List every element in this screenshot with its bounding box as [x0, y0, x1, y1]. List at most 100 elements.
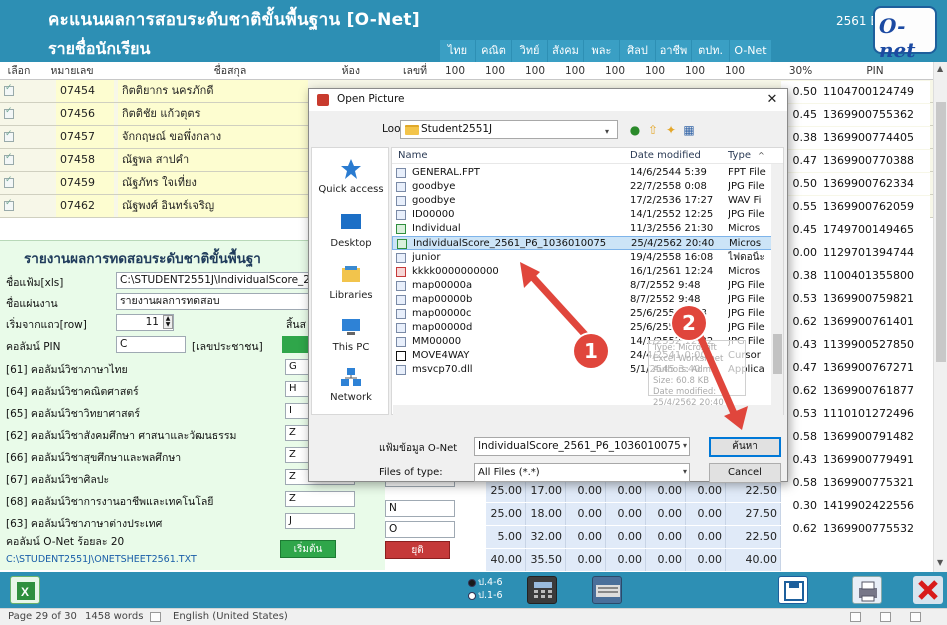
file-date: 8/7/2552 9:48	[630, 280, 701, 291]
view-menu-icon[interactable]: ▦	[681, 123, 697, 137]
calculator-icon[interactable]	[527, 576, 557, 604]
score-cell: 0.00	[686, 526, 726, 548]
tab-career[interactable]: อาชีพ	[656, 40, 692, 62]
pin-cell: 1419902422556	[820, 495, 930, 517]
file-row-selected[interactable]: IndividualScore_2561_P6_1036010075 25/4/2…	[392, 236, 772, 251]
scroll-up-icon[interactable]: ▲	[937, 64, 943, 73]
row-checkbox[interactable]	[4, 175, 14, 188]
app-title: คะแนนผลการสอบระดับชาติขั้นพื้นฐาน [O-Net…	[48, 10, 420, 30]
column-label: [62] คอลัมน์วิชาสังคมศึกษา ศาสนาและวัฒนธ…	[6, 430, 237, 442]
file-row[interactable]: goodbye 17/2/2536 17:27 WAV Fi	[392, 194, 772, 208]
file-row[interactable]: Individual 11/3/2556 21:30 Micros	[392, 222, 772, 236]
main-scrollbar[interactable]: ▲ ▼	[933, 62, 947, 572]
column-code-input[interactable]: O	[385, 521, 455, 538]
file-path-input[interactable]: C:\STUDENT2551J\IndividualScore_25(	[116, 272, 311, 289]
place-network[interactable]: Network	[312, 362, 390, 418]
file-row[interactable]: goodbye 22/7/2558 0:08 JPG File	[392, 180, 772, 194]
pin-column-input[interactable]: C	[116, 336, 186, 353]
save-icon[interactable]	[778, 576, 808, 604]
tab-thai[interactable]: ไทย	[440, 40, 476, 62]
row-checkbox[interactable]	[4, 198, 14, 211]
excel-file-icon	[396, 224, 406, 234]
back-icon[interactable]: ●	[627, 123, 643, 137]
chevron-down-icon[interactable]: ▾	[683, 441, 687, 450]
column-label: [67] คอลัมน์วิชาศิลปะ	[6, 474, 110, 486]
col-select: เลือก	[7, 65, 31, 77]
file-row[interactable]: map00000c 25/6/2552 0:38 JPG File	[392, 307, 772, 321]
close-icon[interactable]: ✕	[761, 91, 783, 109]
excel-icon[interactable]: X	[10, 576, 40, 604]
tab-social[interactable]: สังคม	[548, 40, 584, 62]
up-folder-icon[interactable]: ⇧	[645, 123, 661, 137]
dialog-titlebar[interactable]: Open Picture ✕	[309, 89, 787, 111]
row-checkbox[interactable]	[4, 83, 14, 96]
student-id: 07458	[56, 149, 114, 171]
print-layout-icon[interactable]	[880, 612, 891, 622]
filetype-select[interactable]: All Files (*.*)	[474, 463, 690, 482]
radio-p1-6[interactable]	[468, 592, 476, 600]
chevron-down-icon[interactable]: ▾	[683, 467, 687, 476]
scroll-thumb[interactable]	[936, 102, 946, 362]
tab-pe[interactable]: พละ	[584, 40, 620, 62]
start-button[interactable]: เริ่มต้น	[280, 540, 336, 558]
sheet-name-input[interactable]: รายงานผลการทดสอบ	[116, 293, 311, 310]
file-row[interactable]: ID00000 14/1/2552 12:25 JPG File	[392, 208, 772, 222]
scroll-thumb[interactable]	[773, 334, 782, 374]
column-code-input[interactable]: Z	[285, 491, 355, 507]
row-checkbox[interactable]	[4, 129, 14, 142]
place-quick-access[interactable]: Quick access	[312, 154, 390, 210]
file-row[interactable]: GENERAL.FPT 14/6/2544 5:39 FPT File	[392, 166, 772, 180]
proofing-icon[interactable]	[150, 612, 161, 622]
tab-art[interactable]: ศิลป	[620, 40, 656, 62]
file-row[interactable]: map00000d 25/6/2552 0:38 JPG File	[392, 321, 772, 335]
excel-file-icon	[397, 239, 407, 249]
file-row[interactable]: map00000a 8/7/2552 9:48 JPG File	[392, 279, 772, 293]
score-cell: 0.00	[686, 549, 726, 571]
print-icon[interactable]	[852, 576, 882, 604]
file-list-hscrollbar[interactable]	[393, 405, 783, 417]
file-list-scrollbar[interactable]	[771, 164, 783, 414]
tab-math[interactable]: คณิต	[476, 40, 512, 62]
row-checkbox[interactable]	[4, 106, 14, 119]
read-mode-icon[interactable]	[850, 612, 861, 622]
radio-label: ป.1-6	[478, 590, 503, 601]
tooltip-line: Type: Microsoft Excel Worksheet	[653, 343, 724, 364]
file-row[interactable]: map00000b 8/7/2552 9:48 JPG File	[392, 293, 772, 307]
score-cell: 0.00	[646, 526, 686, 548]
col-type-header[interactable]: Type	[728, 150, 751, 161]
find-button[interactable]: ค้นหา	[709, 437, 781, 457]
radio-p4-6[interactable]	[468, 579, 476, 587]
start-row-spinner[interactable]: ▲ ▼	[163, 315, 173, 329]
look-in-select[interactable]: Student2551J ▾	[400, 120, 618, 139]
tab-onet[interactable]: O-Net	[730, 40, 772, 62]
stop-button[interactable]: ยุติ	[385, 541, 450, 559]
scroll-down-icon[interactable]: ▼	[937, 558, 943, 567]
student-name: กิตติยากร นครภักดี	[118, 80, 308, 102]
place-desktop[interactable]: Desktop	[312, 208, 390, 264]
pin-cell: 1100401355800	[820, 265, 930, 287]
col-date-header[interactable]: Date modified	[630, 150, 701, 161]
place-libraries[interactable]: Libraries	[312, 260, 390, 316]
file-row[interactable]: junior 19/4/2558 16:08 ไฟดอนิ้ะ	[392, 251, 772, 265]
col-score: 100	[484, 65, 506, 77]
column-code-input[interactable]: J	[285, 513, 355, 529]
col-name-header[interactable]: Name	[398, 150, 428, 161]
col-score: 100	[524, 65, 546, 77]
language-indicator[interactable]: English (United States)	[173, 611, 288, 622]
cancel-button[interactable]: Cancel	[709, 463, 781, 483]
web-layout-icon[interactable]	[910, 612, 921, 622]
tab-science[interactable]: วิทย์	[512, 40, 548, 62]
student-id: 07457	[56, 126, 114, 148]
tab-foreign[interactable]: ตปท.	[692, 40, 730, 62]
close-icon[interactable]	[913, 576, 943, 604]
score-cell: 32.00	[526, 526, 566, 548]
filename-input[interactable]: IndividualScore_2561_P6_1036010075	[474, 437, 690, 456]
keyboard-icon[interactable]	[592, 576, 622, 604]
student-list-title: รายชื่อนักเรียน	[48, 39, 151, 58]
place-this-pc[interactable]: This PC	[312, 312, 390, 368]
file-row[interactable]: kkkk0000000000 16/1/2561 12:24 Micros	[392, 265, 772, 279]
new-folder-icon[interactable]: ✦	[663, 123, 679, 137]
row-checkbox[interactable]	[4, 152, 14, 165]
column-code-input[interactable]: N	[385, 500, 455, 517]
file-name: map00000a	[412, 280, 473, 291]
